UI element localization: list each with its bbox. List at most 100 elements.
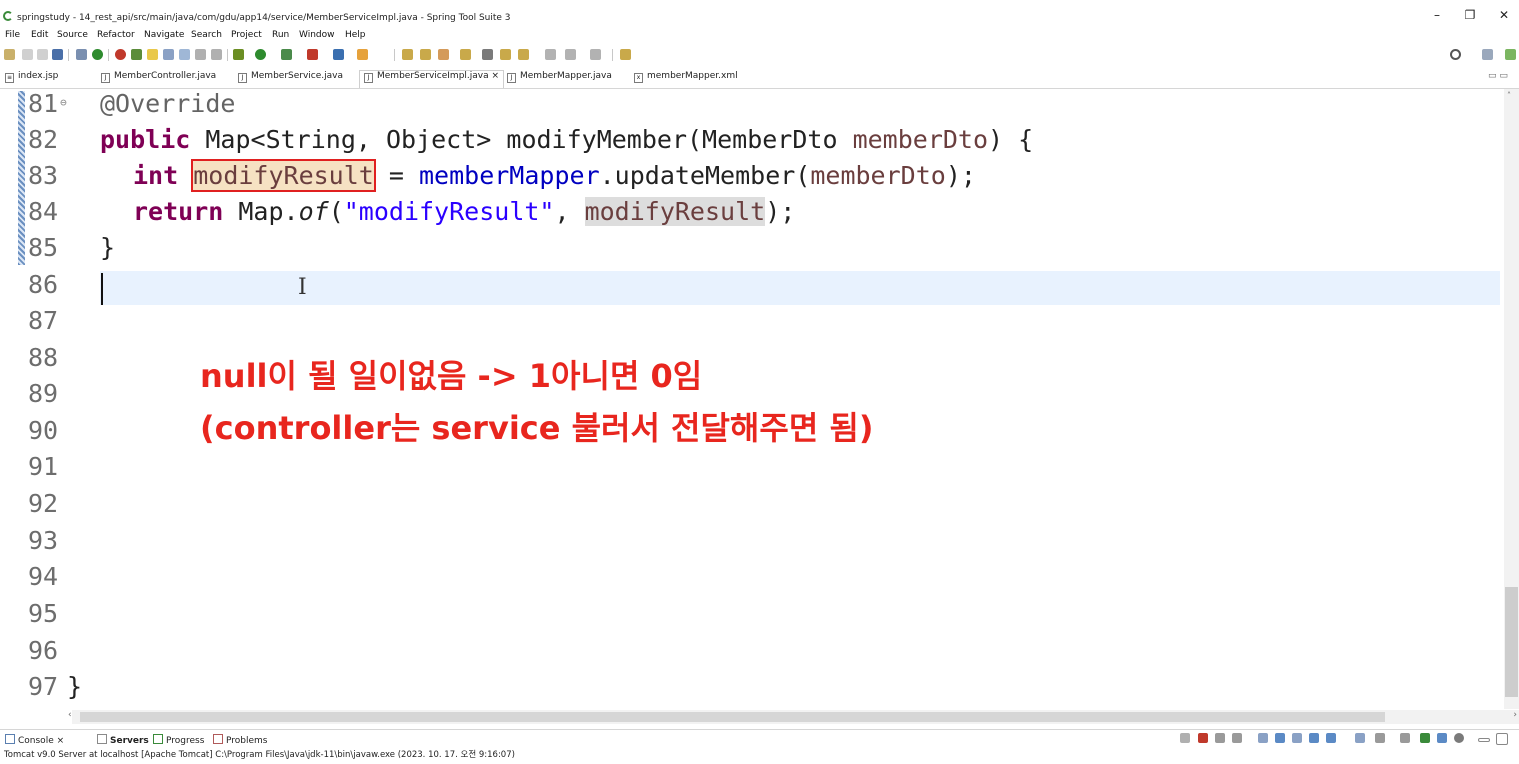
search-icon[interactable] <box>1450 49 1461 60</box>
vertical-scrollbar[interactable]: ˄ <box>1504 89 1519 709</box>
remove-all-icon[interactable] <box>1232 733 1242 743</box>
terminate-icon[interactable] <box>1198 733 1208 743</box>
annotation-prev-icon[interactable] <box>460 49 471 60</box>
remove-launch-icon[interactable] <box>1215 733 1225 743</box>
pin-icon[interactable] <box>131 49 142 60</box>
forward-icon[interactable] <box>518 49 529 60</box>
minimize-panel-icon[interactable] <box>1478 738 1490 742</box>
new-server-icon[interactable] <box>333 49 344 60</box>
paragraph-icon[interactable] <box>211 49 222 60</box>
run-icon[interactable] <box>255 49 266 60</box>
tab-member-mapper[interactable]: J MemberMapper.java <box>507 71 612 86</box>
close-button[interactable]: ✕ <box>1492 8 1516 24</box>
minimize-button[interactable]: – <box>1425 8 1449 24</box>
menu-window[interactable]: Window <box>299 30 335 40</box>
save-all-icon[interactable] <box>37 49 48 60</box>
tab-label: memberMapper.xml <box>647 71 738 81</box>
scroll-left-icon[interactable]: ‹ <box>68 710 72 720</box>
maximize-panel-icon[interactable] <box>1496 733 1508 745</box>
boot-dashboard-icon[interactable] <box>92 49 103 60</box>
open-console-icon[interactable] <box>1375 733 1385 743</box>
tab-member-mapper-xml[interactable]: x memberMapper.xml <box>634 71 738 86</box>
field: memberMapper <box>419 161 600 190</box>
nav-back-icon[interactable] <box>545 49 556 60</box>
perspective-icon[interactable] <box>1482 49 1493 60</box>
line-number: 82 <box>28 125 59 154</box>
editor-tab-bar: ≡ index.jsp J MemberController.java J Membe… <box>0 68 1519 89</box>
history-icon[interactable] <box>590 49 601 60</box>
static-method: of <box>298 197 329 226</box>
menu-project[interactable]: Project <box>231 30 262 40</box>
new-console-icon[interactable] <box>1400 733 1410 743</box>
menu-file[interactable]: File <box>5 30 20 40</box>
java-file-icon: J <box>238 73 247 83</box>
save-icon[interactable] <box>22 49 33 60</box>
parameter: memberDto <box>810 161 946 190</box>
debug-icon[interactable] <box>233 49 244 60</box>
skip-breakpoints-icon[interactable] <box>76 49 87 60</box>
console-settings-icon[interactable] <box>1420 733 1430 743</box>
terminal-icon[interactable] <box>52 49 63 60</box>
window-title: springstudy - 14_rest_api/src/main/java/… <box>17 13 511 23</box>
menu-search[interactable]: Search <box>191 30 222 40</box>
annotation-next-icon[interactable] <box>438 49 449 60</box>
line-number: 87 <box>28 306 59 335</box>
menu-navigate[interactable]: Navigate <box>144 30 184 40</box>
scroll-up-icon[interactable]: ˄ <box>1507 91 1511 100</box>
vertical-scroll-thumb[interactable] <box>1505 587 1518 697</box>
minimize-editor-icon[interactable]: ▭ ▭ <box>1488 71 1508 86</box>
open-task-icon[interactable] <box>402 49 413 60</box>
show-stderr-icon[interactable] <box>1326 733 1336 743</box>
menu-help[interactable]: Help <box>345 30 366 40</box>
close-tab-icon[interactable]: × <box>492 71 500 81</box>
fold-icon[interactable]: ⊖ <box>60 96 67 109</box>
maximize-button[interactable]: ❐ <box>1458 8 1482 24</box>
java-perspective-icon[interactable] <box>1505 49 1516 60</box>
show-whitespace-icon[interactable] <box>195 49 206 60</box>
menu-refactor[interactable]: Refactor <box>97 30 135 40</box>
scroll-lock-icon[interactable] <box>1275 733 1285 743</box>
new-icon[interactable] <box>4 49 15 60</box>
code-editor[interactable]: 81 ⊖ 82 83 84 85 86 87 88 89 90 91 92 93 … <box>0 89 1504 709</box>
close-tab-icon[interactable]: × <box>57 736 65 746</box>
pin-console-icon[interactable] <box>1180 733 1190 743</box>
tab-index-jsp[interactable]: ≡ index.jsp <box>5 71 58 86</box>
tab-problems[interactable]: Problems <box>213 734 267 746</box>
horizontal-scrollbar[interactable]: ‹ › <box>68 710 1519 724</box>
search-icon[interactable] <box>420 49 431 60</box>
external-tools-icon[interactable] <box>307 49 318 60</box>
word-wrap-icon[interactable] <box>1292 733 1302 743</box>
display-console-icon[interactable] <box>1355 733 1365 743</box>
menu-source[interactable]: Source <box>57 30 88 40</box>
tab-member-controller[interactable]: J MemberController.java <box>101 71 216 86</box>
horizontal-scroll-thumb[interactable] <box>80 712 1385 722</box>
tab-console[interactable]: Console × <box>5 734 64 746</box>
toggle-mark-icon[interactable] <box>163 49 174 60</box>
tab-servers[interactable]: Servers <box>97 734 149 746</box>
line-number: 89 <box>28 379 59 408</box>
tab-member-service-impl[interactable]: J MemberServiceImpl.java × <box>359 70 505 88</box>
back-icon[interactable] <box>500 49 511 60</box>
open-type-icon[interactable] <box>357 49 368 60</box>
line-number: 96 <box>28 636 59 665</box>
open-perspective-icon[interactable] <box>620 49 631 60</box>
nav-forward-icon[interactable] <box>565 49 576 60</box>
tab-label: MemberController.java <box>114 71 217 81</box>
show-stdout-icon[interactable] <box>1309 733 1319 743</box>
console-icon <box>5 734 15 744</box>
tab-label: MemberService.java <box>251 71 343 81</box>
spring-icon[interactable] <box>115 49 126 60</box>
block-select-icon[interactable] <box>179 49 190 60</box>
highlight-icon[interactable] <box>147 49 158 60</box>
tab-member-service[interactable]: J MemberService.java <box>238 71 343 86</box>
menu-run[interactable]: Run <box>272 30 289 40</box>
gear-icon[interactable] <box>1454 733 1464 743</box>
menu-edit[interactable]: Edit <box>31 30 48 40</box>
tab-progress[interactable]: Progress <box>153 734 204 746</box>
last-edit-icon[interactable] <box>482 49 493 60</box>
coverage-icon[interactable] <box>281 49 292 60</box>
scroll-right-icon[interactable]: › <box>1513 710 1517 720</box>
clear-console-icon[interactable] <box>1258 733 1268 743</box>
link-icon[interactable] <box>1437 733 1447 743</box>
string-literal: "modifyResult" <box>343 197 555 226</box>
